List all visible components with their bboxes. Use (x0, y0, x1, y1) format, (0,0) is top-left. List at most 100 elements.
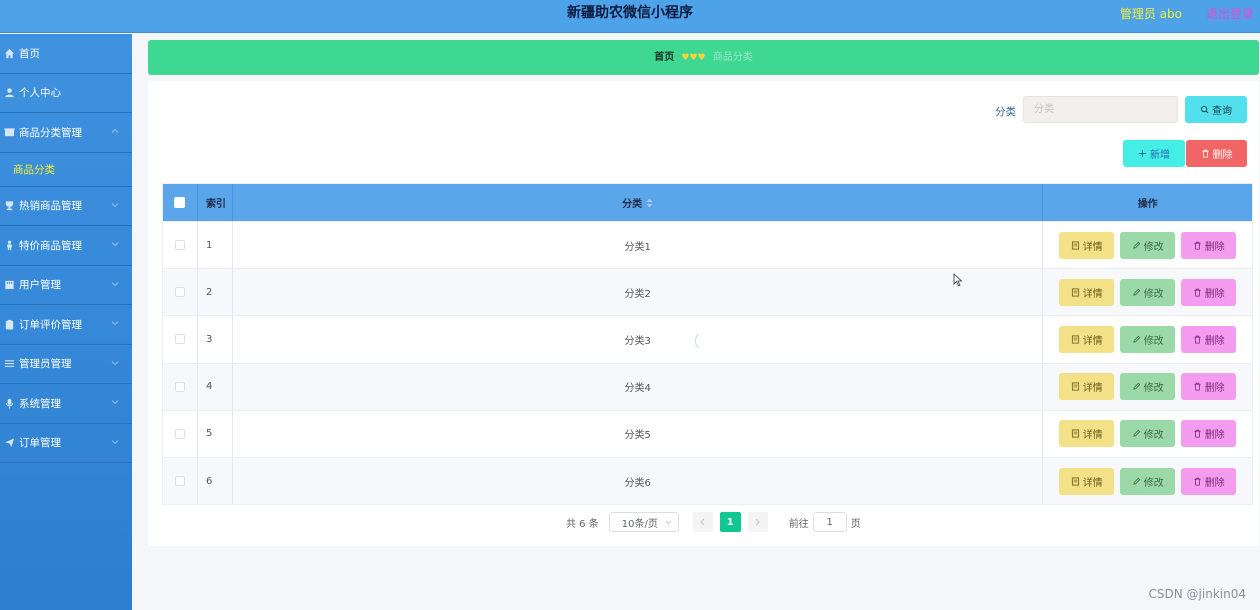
row-ops: 详情 修改 删除 (1043, 411, 1252, 457)
header-index: 索引 (198, 184, 233, 221)
search-icon (1200, 105, 1209, 114)
row-delete-button[interactable]: 删除 (1181, 278, 1237, 306)
row-checkbox[interactable] (174, 476, 185, 487)
sidebar-item-label: 商品分类管理 (19, 126, 82, 139)
table-row: 1 分类1 详情 修改 删除 (163, 221, 1252, 269)
row-checkbox[interactable] (174, 428, 185, 439)
page-size-select[interactable]: 10条/页 (608, 512, 679, 532)
add-button[interactable]: 新增 (1123, 140, 1185, 167)
sort-icon[interactable] (646, 198, 653, 208)
detail-button[interactable]: 详情 (1059, 373, 1115, 401)
row-delete-label: 删除 (1204, 477, 1225, 489)
row-op-group: 详情 修改 删除 (1059, 231, 1237, 259)
header-category[interactable]: 分类 (233, 184, 1044, 221)
row-delete-label: 删除 (1204, 383, 1225, 395)
page-number-active[interactable]: 1 (719, 512, 741, 532)
mic-icon (5, 398, 14, 409)
row-op-group: 详情 修改 删除 (1059, 278, 1237, 306)
detail-button[interactable]: 详情 (1059, 420, 1115, 448)
row-check-cell (163, 222, 198, 269)
row-delete-button[interactable]: 删除 (1181, 420, 1237, 448)
sliders-icon (4, 360, 15, 368)
trash-icon (1194, 335, 1201, 344)
row-check-cell (163, 316, 198, 363)
detail-button[interactable]: 详情 (1059, 467, 1115, 495)
row-ops: 详情 修改 删除 (1043, 316, 1252, 362)
sidebar-item-home[interactable]: 首页 (0, 34, 132, 74)
chevron-down-icon (111, 202, 119, 207)
batch-delete-button[interactable]: 删除 (1186, 140, 1247, 167)
edit-button[interactable]: 修改 (1120, 231, 1176, 259)
category-search-input[interactable] (1023, 96, 1178, 123)
row-checkbox[interactable] (174, 381, 185, 392)
edit-label: 修改 (1143, 383, 1164, 395)
detail-button[interactable]: 详情 (1059, 278, 1115, 306)
trash-icon (1194, 477, 1201, 486)
logout-link[interactable]: 退出登录 (1206, 5, 1254, 22)
edit-button[interactable]: 修改 (1120, 278, 1176, 306)
sidebar-item-user-management[interactable]: 用户管理 (0, 266, 132, 305)
loading-spinner (695, 331, 715, 351)
query-button[interactable]: 查询 (1185, 96, 1247, 123)
sidebar-item-special-products[interactable]: 特价商品管理 (0, 226, 132, 266)
edit-label: 修改 (1143, 430, 1164, 442)
detail-button[interactable]: 详情 (1059, 231, 1115, 259)
sidebar-item-label: 首页 (19, 47, 40, 60)
trash-icon (1201, 149, 1209, 158)
chevron-up-icon (111, 128, 119, 133)
breadcrumb-separator: ♥♥♥ (681, 53, 706, 63)
detail-label: 详情 (1082, 383, 1103, 395)
edit-button[interactable]: 修改 (1120, 373, 1176, 401)
row-checkbox[interactable] (174, 287, 185, 298)
sidebar-item-admin-management[interactable]: 管理员管理 (0, 345, 132, 384)
sidebar-item-order-management[interactable]: 订单管理 (0, 424, 132, 463)
row-index: 5 (198, 410, 233, 457)
trophy-icon (5, 201, 14, 211)
row-delete-label: 删除 (1204, 241, 1225, 253)
row-ops: 详情 修改 删除 (1043, 364, 1252, 410)
next-page-button[interactable] (747, 512, 768, 532)
chevron-down-icon (111, 400, 119, 405)
edit-button[interactable]: 修改 (1120, 467, 1176, 495)
document-icon (1071, 382, 1079, 391)
select-all-checkbox[interactable] (174, 197, 186, 208)
detail-button[interactable]: 详情 (1059, 325, 1115, 353)
chevron-right-icon (755, 518, 760, 526)
sidebar-item-personal-center[interactable]: 个人中心 (0, 74, 132, 113)
sidebar-item-label: 热销商品管理 (19, 200, 82, 213)
row-checkbox[interactable] (174, 240, 185, 251)
sidebar-item-system-management[interactable]: 系统管理 (0, 384, 132, 424)
breadcrumb-home[interactable]: 首页 (654, 52, 674, 63)
edit-button[interactable]: 修改 (1120, 325, 1176, 353)
row-checkbox[interactable] (174, 334, 185, 345)
row-index: 6 (198, 457, 233, 505)
goto-label: 前往 (788, 518, 809, 530)
row-delete-label: 删除 (1204, 335, 1225, 347)
row-category: 分类2 (233, 269, 1044, 316)
chevron-down-icon (665, 520, 672, 525)
sidebar-item-label: 订单评价管理 (19, 318, 82, 331)
sidebar-item-hot-products[interactable]: 热销商品管理 (0, 187, 132, 226)
detail-label: 详情 (1082, 430, 1103, 442)
chevron-down-icon (111, 321, 119, 326)
header-ops: 操作 (1137, 199, 1158, 210)
breadcrumb: 首页 ♥♥♥ 商品分类 (148, 40, 1259, 75)
row-delete-button[interactable]: 删除 (1181, 325, 1237, 353)
table-row: 6 分类6 详情 修改 删除 (163, 456, 1252, 505)
plus-icon (1138, 149, 1147, 158)
row-ops: 详情 修改 删除 (1043, 222, 1252, 268)
row-category: 分类1 (233, 222, 1044, 269)
sidebar-item-category-management[interactable]: 商品分类管理 (0, 113, 132, 153)
sidebar-subitem-category[interactable]: 商品分类 (0, 153, 132, 187)
table-row: 5 分类5 详情 修改 删除 (163, 409, 1252, 457)
pencil-icon (1132, 335, 1140, 343)
row-delete-button[interactable]: 删除 (1181, 467, 1237, 495)
prev-page-button[interactable] (692, 512, 713, 532)
sidebar-item-order-review[interactable]: 订单评价管理 (0, 305, 132, 345)
goto-page-input[interactable] (812, 512, 847, 532)
detail-label: 详情 (1082, 477, 1103, 489)
row-delete-button[interactable]: 删除 (1181, 373, 1237, 401)
edit-button[interactable]: 修改 (1120, 420, 1176, 448)
row-delete-button[interactable]: 删除 (1181, 231, 1237, 259)
document-icon (1071, 477, 1079, 486)
